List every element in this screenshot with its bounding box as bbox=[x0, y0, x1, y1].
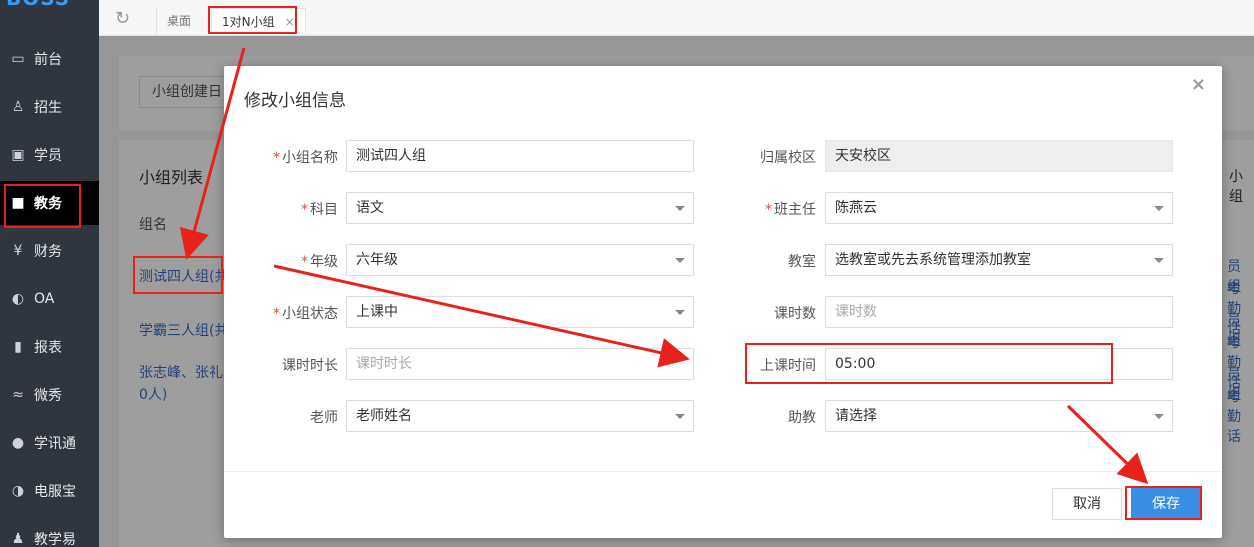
grade-select[interactable]: 六年级 bbox=[346, 244, 694, 276]
dialog-footer-divider bbox=[224, 471, 1222, 472]
edit-group-dialog: 修改小组信息 × * 小组名称 测试四人组 归属校区 天安校区 * 科目 语文 * 班… bbox=[224, 66, 1222, 538]
bar-chart-icon: ▮ bbox=[14, 339, 22, 355]
tab-1-to-n-group[interactable]: 1对N小组 × bbox=[211, 8, 306, 34]
lesson-count-label: 课时数 bbox=[774, 306, 816, 322]
teacher-label: 老师 bbox=[310, 410, 338, 426]
sidebar-item-dianfubao[interactable]: ◑ 电服宝 bbox=[0, 469, 99, 513]
calendar-icon: ▭ bbox=[11, 51, 25, 67]
classroom-select[interactable]: 选教室或先去系统管理添加教室 bbox=[825, 244, 1173, 276]
group-name-input[interactable]: 测试四人组 bbox=[346, 140, 694, 172]
group-name-label: * 小组名称 bbox=[273, 150, 338, 166]
close-tab-icon[interactable]: × bbox=[285, 15, 295, 29]
teacher-select[interactable]: 老师姓名 bbox=[346, 400, 694, 432]
tab-bar: ↻ 桌面 1对N小组 × bbox=[99, 0, 1254, 36]
book-icon: ■ bbox=[11, 195, 25, 211]
assistant-select[interactable]: 请选择 bbox=[825, 400, 1173, 432]
campus-label: 归属校区 bbox=[760, 150, 816, 166]
chevron-down-icon bbox=[675, 310, 685, 315]
sidebar: BOSS ▭前台 ♙招生 ▣学员 ■教务 ¥财务 ◐OA ▮报表 ≈微秀 ●学讯… bbox=[0, 0, 99, 547]
save-button[interactable]: 保存 bbox=[1131, 488, 1201, 520]
sidebar-item-enrollment[interactable]: ♙ 招生 bbox=[0, 85, 99, 129]
subject-label: * 科目 bbox=[301, 202, 338, 218]
sidebar-item-finance[interactable]: ¥ 财务 bbox=[0, 229, 99, 273]
dialog-title: 修改小组信息 bbox=[244, 91, 346, 111]
phone-icon: ◑ bbox=[11, 483, 25, 499]
sidebar-item-xuexuntong[interactable]: ● 学讯通 bbox=[0, 421, 99, 465]
close-icon[interactable]: × bbox=[1191, 74, 1206, 95]
chevron-down-icon bbox=[1154, 206, 1164, 211]
sidebar-item-front-desk[interactable]: ▭ 前台 bbox=[0, 37, 99, 81]
lesson-count-input[interactable]: 课时数 bbox=[825, 296, 1173, 328]
sidebar-item-weixiu[interactable]: ≈ 微秀 bbox=[0, 373, 99, 417]
chevron-down-icon bbox=[1154, 258, 1164, 263]
assistant-label: 助教 bbox=[788, 410, 816, 426]
lesson-duration-input[interactable]: 课时时长 bbox=[346, 348, 694, 380]
classroom-label: 教室 bbox=[788, 254, 816, 270]
chevron-down-icon bbox=[1154, 414, 1164, 419]
user-add-icon: ♙ bbox=[11, 99, 25, 115]
cancel-button[interactable]: 取消 bbox=[1052, 488, 1122, 520]
wei-icon: ≈ bbox=[12, 387, 24, 403]
app-logo: BOSS bbox=[0, 0, 99, 10]
id-card-icon: ▣ bbox=[11, 147, 25, 163]
class-time-label: 上课时间 bbox=[760, 358, 816, 374]
subject-select[interactable]: 语文 bbox=[346, 192, 694, 224]
sidebar-item-academic[interactable]: ■ 教务 bbox=[0, 181, 99, 225]
chevron-down-icon bbox=[675, 258, 685, 263]
sidebar-item-oa[interactable]: ◐ OA bbox=[0, 277, 99, 321]
tab-desktop[interactable]: 桌面 bbox=[156, 8, 201, 34]
oa-icon: ◐ bbox=[11, 291, 25, 307]
campus-field: 天安校区 bbox=[825, 140, 1173, 172]
grade-label: * 年级 bbox=[301, 254, 338, 270]
sidebar-item-jiaoxueyi[interactable]: ♟ 教学易 bbox=[0, 517, 99, 547]
status-select[interactable]: 上课中 bbox=[346, 296, 694, 328]
chevron-down-icon bbox=[675, 206, 685, 211]
yen-icon: ¥ bbox=[13, 243, 23, 259]
class-time-input[interactable]: 05:00 bbox=[825, 348, 1173, 380]
sidebar-item-students[interactable]: ▣ 学员 bbox=[0, 133, 99, 177]
sidebar-item-reports[interactable]: ▮ 报表 bbox=[0, 325, 99, 369]
location-icon: ● bbox=[11, 435, 25, 451]
head-teacher-label: * 班主任 bbox=[765, 202, 816, 218]
refresh-icon[interactable]: ↻ bbox=[115, 9, 135, 29]
teach-icon: ♟ bbox=[11, 531, 25, 547]
head-teacher-select[interactable]: 陈燕云 bbox=[825, 192, 1173, 224]
lesson-duration-label: 课时时长 bbox=[282, 358, 338, 374]
status-label: * 小组状态 bbox=[273, 306, 338, 322]
chevron-down-icon bbox=[675, 414, 685, 419]
